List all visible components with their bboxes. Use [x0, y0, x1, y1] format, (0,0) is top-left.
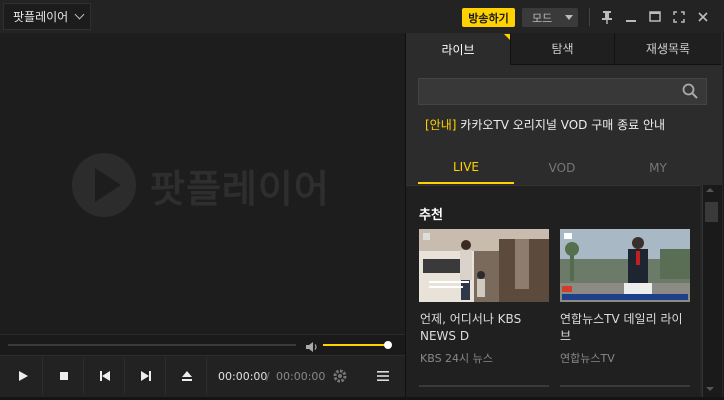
eject-button[interactable] — [167, 357, 207, 395]
scroll-down-icon[interactable] — [706, 387, 714, 391]
search-icon[interactable] — [682, 83, 698, 99]
notice-link[interactable]: [안내] 카카오TV 오리지널 VOD 구매 종료 안내 — [425, 116, 665, 133]
scroll-thumb[interactable] — [705, 202, 718, 222]
close-icon[interactable] — [693, 7, 713, 27]
gear-icon[interactable] — [330, 366, 350, 386]
video-thumbnail[interactable] — [419, 229, 549, 302]
card-channel: 연합뉴스TV — [560, 352, 615, 365]
card-title[interactable]: 언제, 어디서나 KBS NEWS D — [420, 311, 552, 345]
pin-icon[interactable] — [597, 7, 617, 27]
time-separator: / — [266, 370, 270, 383]
volume-slider[interactable] — [323, 344, 388, 346]
play-button[interactable] — [3, 357, 43, 395]
divider — [589, 8, 590, 26]
mode-select[interactable]: 모드 — [522, 8, 578, 27]
next-row-hint — [560, 385, 690, 387]
notice-text: 카카오TV 오리지널 VOD 구매 종료 안내 — [460, 118, 666, 132]
next-row-hint — [419, 385, 549, 387]
current-time: 00:00:00 — [218, 370, 268, 383]
eject-icon — [181, 371, 192, 381]
search-input[interactable] — [418, 78, 707, 105]
tab-playlist[interactable]: 재생목록 — [614, 33, 721, 65]
logo-text: 팟플레이어 — [150, 167, 330, 211]
section-title: 추천 — [419, 208, 443, 223]
minimize-icon[interactable] — [621, 7, 641, 27]
tab-active-marker — [504, 34, 510, 40]
scroll-up-icon[interactable] — [706, 188, 714, 192]
total-time: 00:00:00 — [276, 370, 326, 383]
next-button[interactable] — [126, 357, 166, 395]
tab-search[interactable]: 탐색 — [510, 33, 614, 65]
maximize-icon[interactable] — [645, 7, 665, 27]
fullscreen-icon[interactable] — [669, 7, 689, 27]
seek-bar[interactable] — [8, 344, 296, 346]
card-channel: KBS 24시 뉴스 — [420, 352, 493, 365]
subtab-my[interactable]: MY — [610, 152, 706, 184]
chevron-down-icon — [74, 9, 85, 20]
next-icon — [140, 371, 151, 381]
previous-button[interactable] — [85, 357, 125, 395]
notice-tag: [안내] — [425, 118, 457, 132]
broadcast-button[interactable]: 방송하기 — [462, 8, 515, 27]
video-thumbnail[interactable] — [560, 229, 690, 302]
tab-live[interactable]: 라이브 — [406, 33, 510, 65]
play-icon — [18, 371, 28, 381]
app-menu-button[interactable]: 팟플레이어 — [3, 3, 91, 30]
mode-select-label: 모드 — [532, 11, 553, 25]
volume-icon[interactable] — [305, 338, 319, 352]
previous-icon — [99, 371, 110, 381]
subtab-live[interactable]: LIVE — [418, 152, 514, 184]
volume-knob[interactable] — [384, 341, 392, 349]
dropdown-arrow-icon — [565, 15, 573, 20]
app-menu-label: 팟플레이어 — [13, 10, 69, 24]
card-title[interactable]: 연합뉴스TV 데일리 라이브 — [560, 311, 692, 345]
stop-button[interactable] — [44, 357, 84, 395]
stop-icon — [59, 372, 68, 380]
menu-icon[interactable] — [373, 366, 393, 386]
logo-play-triangle — [95, 168, 121, 202]
subtab-vod[interactable]: VOD — [514, 152, 610, 184]
